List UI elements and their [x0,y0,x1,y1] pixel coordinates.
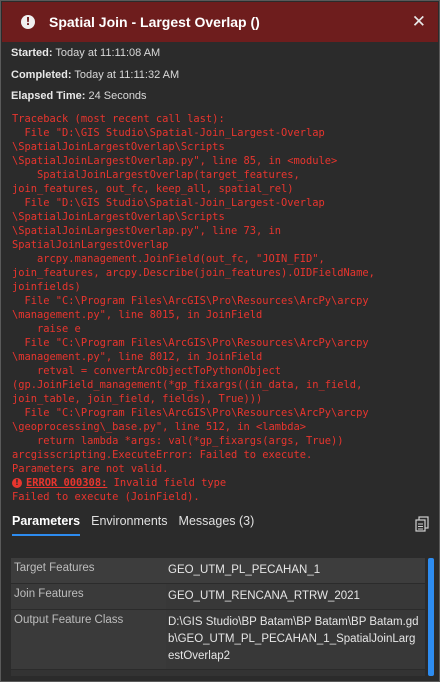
title-bar: ! Spatial Join - Largest Overlap () ✕ [2,2,438,42]
traceback-text: Traceback (most recent call last): File … [12,113,375,475]
param-value: GEO_UTM_RENCANA_RTRW_2021 [166,584,425,609]
scrollbar-thumb[interactable] [428,558,434,676]
elapsed-info: Elapsed Time: 24 Seconds [11,90,147,102]
parameters-table: Target Features GEO_UTM_PL_PECAHAN_1 Joi… [11,558,425,676]
error-message: Invalid field type [107,477,227,489]
started-info: Started: Today at 11:11:08 AM [11,47,160,59]
tab-parameters[interactable]: Parameters [12,514,81,536]
error-line: ! ERROR 000308: Invalid field type [12,476,226,490]
started-label: Started: [11,47,53,59]
copy-icon[interactable] [415,516,429,532]
elapsed-value: 24 Seconds [88,90,147,102]
completed-label: Completed: [11,69,72,81]
tab-messages[interactable]: Messages (3) [179,514,255,536]
table-row: Output Feature Class D:\GIS Studio\BP Ba… [11,610,425,670]
tab-bar: Parameters Environments Messages (3) [12,514,265,536]
elapsed-label: Elapsed Time: [11,90,86,102]
close-icon[interactable]: ✕ [412,12,426,32]
error-dot-icon: ! [12,478,22,488]
error-icon: ! [21,15,35,29]
param-name: Join Features [11,584,166,609]
dialog-window: ! Spatial Join - Largest Overlap () ✕ St… [0,0,440,682]
completed-value: Today at 11:11:32 AM [74,69,180,81]
tab-environments[interactable]: Environments [91,514,167,536]
failed-message: Failed to execute (JoinField). [12,491,200,503]
scrollbar[interactable] [427,558,435,676]
error-code-link[interactable]: ERROR 000308: [26,476,107,490]
started-value: Today at 11:11:08 AM [55,47,161,59]
table-row: Join Features GEO_UTM_RENCANA_RTRW_2021 [11,584,425,610]
completed-info: Completed: Today at 11:11:32 AM [11,69,179,81]
param-value: D:\GIS Studio\BP Batam\BP Batam\BP Batam… [166,610,425,669]
table-row: Target Features GEO_UTM_PL_PECAHAN_1 [11,558,425,584]
window-title: Spatial Join - Largest Overlap () [49,14,260,30]
param-value: GEO_UTM_PL_PECAHAN_1 [166,558,425,583]
param-name: Output Feature Class [11,610,166,669]
param-name: Target Features [11,558,166,583]
